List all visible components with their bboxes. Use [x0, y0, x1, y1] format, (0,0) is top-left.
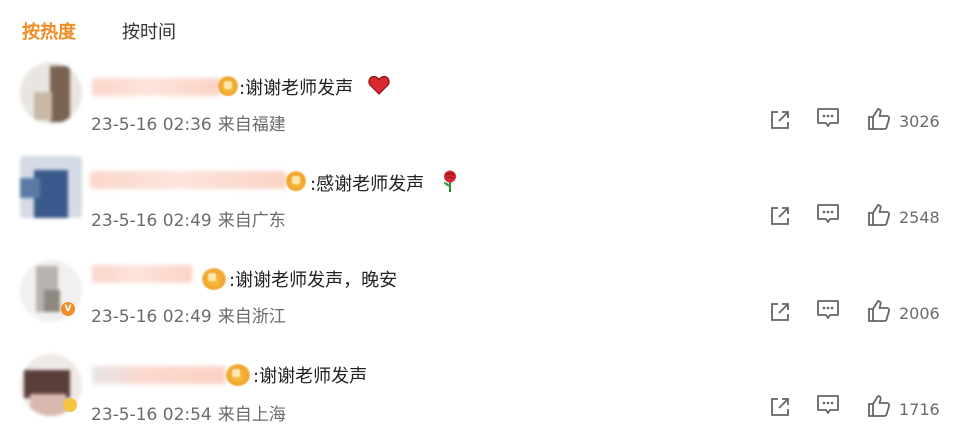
- verified-badge-icon: [63, 398, 77, 412]
- rose-icon: [440, 169, 460, 193]
- fan-badge-icon: [286, 171, 306, 191]
- comment-meta: 23-5-16 02:49 来自广东: [91, 206, 286, 231]
- fan-badge-icon: [226, 364, 250, 386]
- comment-location: 来自广东: [217, 211, 286, 231]
- comment-text: :谢谢老师发声: [253, 366, 368, 387]
- comment-item: :谢谢老师发声 23-5-16 02:36 来自福建 3026: [0, 58, 960, 154]
- comment-icon: [817, 300, 839, 319]
- sort-tabs: 按热度 按时间: [22, 16, 176, 46]
- comment-date: 23-5-16 02:49: [91, 211, 212, 231]
- comment-text: :谢谢老师发声，晚安: [229, 270, 398, 291]
- tab-by-time[interactable]: 按时间: [122, 18, 176, 44]
- tab-by-hotness[interactable]: 按热度: [22, 18, 76, 44]
- comment-item: V :谢谢老师发声，晚安 23-5-16 02:49 来自浙江 2006: [0, 252, 960, 348]
- like-count: 1716: [899, 400, 940, 419]
- comment-icon: [817, 395, 839, 414]
- like-count: 3026: [899, 112, 940, 131]
- comment-location: 来自上海: [217, 405, 286, 425]
- username-blurred[interactable]: [90, 171, 286, 189]
- share-icon: [771, 303, 789, 321]
- fan-badge-icon: [218, 76, 238, 96]
- comment-item: :感谢老师发声 23-5-16 02:49 来自广东 2548: [0, 154, 960, 250]
- comment-item: :谢谢老师发声 23-5-16 02:54 来自上海 1716: [0, 350, 960, 446]
- comment-icon: [817, 204, 839, 223]
- share-button[interactable]: [767, 394, 793, 420]
- share-button[interactable]: [767, 299, 793, 325]
- like-count: 2006: [899, 304, 940, 323]
- reply-button[interactable]: [815, 105, 841, 131]
- reply-button[interactable]: [815, 297, 841, 323]
- like-button[interactable]: [866, 202, 892, 228]
- comment-text: :感谢老师发声: [310, 174, 425, 195]
- thumbs-up-icon: [868, 204, 891, 226]
- avatar[interactable]: [20, 156, 82, 218]
- comment-icon: [817, 108, 839, 127]
- like-button[interactable]: [866, 393, 892, 419]
- reply-button[interactable]: [815, 201, 841, 227]
- comment-date: 23-5-16 02:36: [91, 115, 212, 135]
- fan-badge-icon: [202, 268, 226, 290]
- like-count: 2548: [899, 208, 940, 227]
- username-blurred[interactable]: [92, 366, 226, 384]
- comment-meta: 23-5-16 02:49 来自浙江: [91, 302, 286, 327]
- like-button[interactable]: [866, 106, 892, 132]
- share-button[interactable]: [767, 107, 793, 133]
- comment-text: :谢谢老师发声: [239, 78, 354, 99]
- share-icon: [771, 111, 789, 129]
- comment-date: 23-5-16 02:49: [91, 307, 212, 327]
- thumbs-up-icon: [868, 300, 891, 322]
- red-heart-icon: [368, 75, 390, 95]
- like-button[interactable]: [866, 298, 892, 324]
- username-blurred[interactable]: [92, 265, 192, 283]
- share-icon: [771, 398, 789, 416]
- comment-meta: 23-5-16 02:54 来自上海: [91, 400, 286, 425]
- avatar[interactable]: [20, 62, 82, 124]
- verified-badge-icon: V: [61, 302, 75, 316]
- comment-location: 来自浙江: [217, 307, 286, 327]
- username-blurred[interactable]: [92, 78, 220, 96]
- share-icon: [771, 207, 789, 225]
- comment-location: 来自福建: [217, 115, 286, 135]
- thumbs-up-icon: [868, 395, 891, 417]
- comment-meta: 23-5-16 02:36 来自福建: [91, 110, 286, 135]
- reply-button[interactable]: [815, 392, 841, 418]
- share-button[interactable]: [767, 203, 793, 229]
- thumbs-up-icon: [868, 108, 891, 130]
- comment-date: 23-5-16 02:54: [91, 405, 212, 425]
